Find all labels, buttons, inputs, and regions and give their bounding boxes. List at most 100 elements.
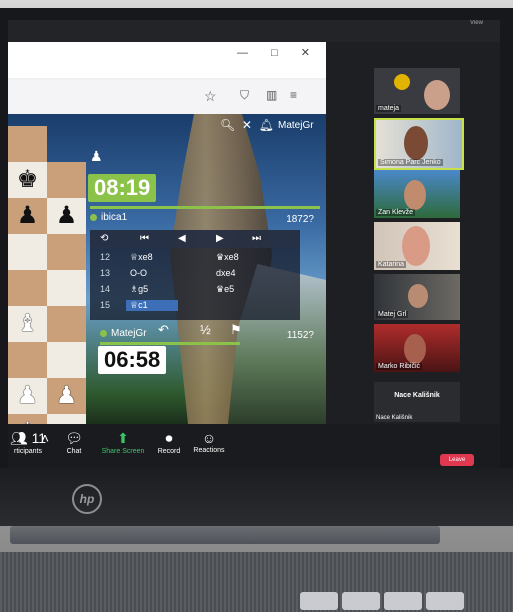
board-square[interactable]	[8, 126, 47, 162]
chess-board[interactable]: ♚ ♟ ♟ ♝ ♟ ♟ ♚	[8, 126, 86, 424]
participant-tile[interactable]: mateja	[374, 68, 460, 114]
online-dot-icon	[100, 329, 107, 337]
board-square[interactable]: ♝	[8, 306, 47, 342]
participant-face	[404, 180, 426, 210]
move-list: ⟲ ⏮ ◀ ▶ ⏭ 12 ♕xe8 ♛xe8 13 O-O dxe4 14 ♗g…	[90, 230, 300, 320]
view-indicator[interactable]: View	[470, 20, 483, 26]
laptop-bezel: View — □ ✕ ☆ ⛉ ▥ ≡ 🔍︎ ✕ 🔔︎ MatejGr ♚ ♟ ♟…	[0, 8, 513, 472]
raised-hand-icon	[394, 74, 410, 90]
move-number: 14	[100, 284, 111, 294]
window-title-bar: — □ ✕	[8, 42, 326, 78]
black-pawn-icon: ♟	[16, 202, 39, 229]
search-icon[interactable]: 🔍︎ ✕ 🔔︎	[220, 118, 274, 132]
move-number: 15	[100, 300, 111, 310]
participant-name: mateja	[376, 105, 402, 112]
reactions-button[interactable]: ☺︎ Reactions	[192, 430, 226, 454]
chat-icon: 💬︎	[65, 430, 83, 446]
white-move[interactable]: ♕c1	[126, 300, 178, 311]
leave-button[interactable]: Leave	[440, 454, 474, 466]
star-icon[interactable]: ☆	[204, 88, 217, 105]
move-row[interactable]: 12 ♕xe8 ♛xe8	[90, 252, 300, 266]
board-square[interactable]: ♟	[8, 378, 47, 414]
chevron-up-icon: ˄	[40, 430, 50, 446]
board-square[interactable]: ♟	[47, 378, 86, 414]
browser-window: — □ ✕ ☆ ⛉ ▥ ≡ 🔍︎ ✕ 🔔︎ MatejGr ♚ ♟ ♟ ♝ ♟ …	[8, 42, 326, 424]
board-square[interactable]	[47, 306, 86, 342]
sidebar-icon[interactable]: ▥	[266, 88, 277, 102]
top-clock: 08:19	[88, 174, 157, 202]
white-pawn-icon: ♟	[16, 382, 39, 409]
laptop-screen: View — □ ✕ ☆ ⛉ ▥ ≡ 🔍︎ ✕ 🔔︎ MatejGr ♚ ♟ ♟…	[8, 20, 500, 472]
participant-tile[interactable]: Zan Klevže	[374, 170, 460, 218]
black-move[interactable]: ♛xe8	[216, 252, 239, 263]
top-player-row[interactable]: ibica1 1872?	[90, 212, 320, 230]
bottom-clock: 06:58	[98, 346, 167, 374]
white-move[interactable]: ♗g5	[130, 284, 148, 295]
record-label: Record	[157, 448, 181, 455]
record-button[interactable]: ⏺︎ Record	[154, 430, 184, 455]
move-row[interactable]: 15 ♕c1	[90, 300, 300, 314]
reactions-label: Reactions	[193, 447, 225, 454]
participant-tile-active[interactable]: Simona Parc Jenko	[374, 118, 464, 170]
board-square[interactable]	[47, 342, 86, 378]
white-bishop-icon: ♝	[16, 310, 39, 337]
board-square[interactable]	[47, 234, 86, 270]
white-pawn-icon: ♟	[55, 382, 78, 409]
board-square[interactable]	[8, 270, 47, 306]
board-square[interactable]	[47, 414, 86, 424]
chat-button[interactable]: 💬︎ Chat	[60, 430, 88, 455]
shield-icon[interactable]: ⛉	[240, 88, 249, 103]
black-move[interactable]: ♛e5	[216, 284, 234, 295]
share-screen-label: Share Screen	[101, 448, 145, 455]
move-row[interactable]: 13 O-O dxe4	[90, 268, 300, 282]
white-move[interactable]: ♕xe8	[130, 252, 153, 263]
menu-icon[interactable]: ≡	[290, 88, 297, 102]
participant-face	[404, 126, 428, 160]
participant-face	[402, 226, 430, 266]
participant-name: Katarina	[376, 261, 407, 268]
move-number: 12	[100, 252, 111, 262]
participant-name: Marko Ribičić	[376, 363, 423, 370]
top-player-rating: 1872?	[286, 214, 314, 225]
share-screen-button[interactable]: ⬆︎ Share Screen	[100, 430, 146, 455]
black-pawn-icon: ♟	[55, 202, 78, 229]
zoom-gallery: mateja Simona Parc Jenko Zan Klevže Kata…	[326, 42, 500, 440]
board-square[interactable]	[8, 234, 47, 270]
board-square[interactable]: ♟	[47, 198, 86, 234]
photo: View — □ ✕ ☆ ⛉ ▥ ≡ 🔍︎ ✕ 🔔︎ MatejGr ♚ ♟ ♟…	[0, 0, 513, 612]
zoom-toolbar: 👥︎ 11 rticipants ˄ 💬︎ Chat ⬆︎ Share Scre…	[8, 424, 500, 472]
black-king-icon: ♚	[16, 166, 39, 193]
top-player-name[interactable]: ibica1	[101, 212, 127, 223]
participant-tile[interactable]: Marko Ribičić	[374, 324, 460, 372]
board-square[interactable]: ♟	[8, 198, 47, 234]
header-username[interactable]: MatejGr	[278, 120, 314, 131]
board-square[interactable]: ♚	[8, 414, 47, 424]
browser-toolbar: ☆ ⛉ ▥ ≡	[8, 80, 326, 115]
participant-name: Zan Klevže	[376, 209, 416, 216]
board-square[interactable]: ♚	[8, 162, 47, 198]
flip-board-icon[interactable]: ⟲	[100, 233, 108, 244]
black-move[interactable]: dxe4	[216, 268, 236, 278]
chess-game-area: 🔍︎ ✕ 🔔︎ MatejGr ♚ ♟ ♟ ♝ ♟ ♟ ♟ 08:19 ibic…	[8, 114, 326, 424]
bottom-player-rating: 1152?	[286, 330, 314, 341]
keyboard-keys	[300, 592, 513, 612]
bottom-time-bar	[100, 342, 240, 345]
participant-tile[interactable]: Matej Grl	[374, 274, 460, 320]
last-move-icon[interactable]: ⏭	[252, 233, 261, 244]
board-square[interactable]	[47, 162, 86, 198]
first-move-icon[interactable]: ⏮	[140, 233, 149, 244]
window-controls[interactable]: — □ ✕	[237, 46, 320, 59]
bottom-player-name[interactable]: MatejGr	[111, 328, 147, 339]
white-move[interactable]: O-O	[130, 268, 147, 278]
reactions-icon: ☺︎	[201, 430, 217, 446]
participant-face	[404, 334, 426, 364]
participant-tile[interactable]: Katarina	[374, 222, 460, 270]
move-row[interactable]: 14 ♗g5 ♛e5	[90, 284, 300, 298]
participants-options-button[interactable]: ˄	[38, 430, 52, 447]
board-square[interactable]	[8, 342, 47, 378]
participant-name-tile[interactable]: Nace Kališnik Nace Kališnik	[374, 382, 460, 422]
next-move-icon[interactable]: ▶	[216, 233, 224, 244]
prev-move-icon[interactable]: ◀	[178, 233, 186, 244]
participant-display-name: Nace Kališnik	[394, 392, 440, 399]
board-square[interactable]	[47, 270, 86, 306]
